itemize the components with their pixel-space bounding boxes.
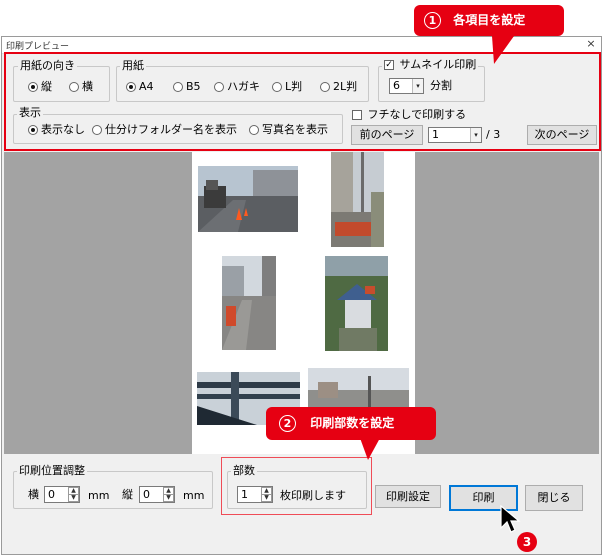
callout2-pointer (360, 438, 380, 460)
horizontal-unit: mm (88, 489, 110, 502)
horizontal-label: 横 (28, 488, 39, 501)
photo-road-truck-image (198, 166, 298, 232)
window-title: 印刷プレビュー (6, 42, 70, 52)
preview-photo-2 (331, 152, 384, 247)
vertical-label: 縦 (122, 488, 133, 501)
photo-street-wall-image (222, 256, 276, 350)
callout1-number: 1 (424, 12, 441, 29)
horizontal-offset-value: 0 (48, 488, 55, 501)
callout2-text: 印刷部数を設定 (310, 416, 395, 430)
callout2-number: 2 (279, 415, 296, 432)
close-button[interactable]: 閉じる (525, 485, 583, 511)
preview-photo-1 (198, 166, 298, 232)
callout-set-copies: 2 印刷部数を設定 (266, 407, 436, 440)
vertical-offset-value: 0 (143, 488, 150, 501)
photo-shrine-image (325, 256, 388, 351)
settings-highlight-frame (4, 52, 601, 151)
vertical-unit: mm (183, 489, 205, 502)
close-window-button[interactable]: × (584, 37, 598, 51)
mouse-cursor-icon (500, 505, 521, 533)
photo-building-cones-image (331, 152, 384, 247)
preview-photo-4 (325, 256, 388, 351)
print-settings-button[interactable]: 印刷設定 (375, 485, 441, 508)
horizontal-spin-down-icon[interactable]: ▼ (68, 494, 79, 502)
callout1-text: 各項目を設定 (453, 13, 526, 27)
preview-photo-3 (222, 256, 276, 350)
print-position-legend: 印刷位置調整 (17, 464, 87, 477)
step3-badge: 3 (517, 532, 537, 552)
vertical-spin-down-icon[interactable]: ▼ (163, 494, 174, 502)
callout-set-items: 1 各項目を設定 (414, 5, 564, 36)
callout1-pointer (492, 36, 514, 64)
copies-highlight-frame (221, 457, 372, 515)
